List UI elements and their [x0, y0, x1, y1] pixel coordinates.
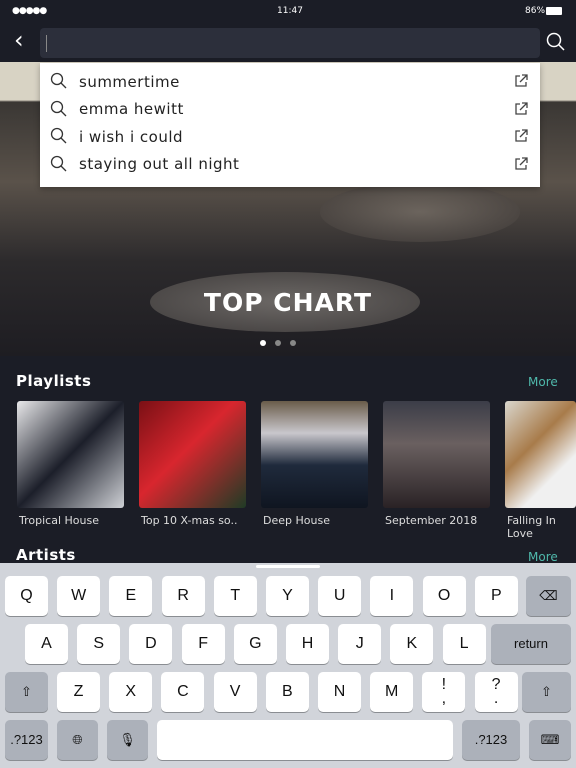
playlist-carousel[interactable]: Tropical House Top 10 X-mas so.. Deep Hous… — [17, 401, 576, 540]
numbers-key[interactable]: .?123 — [5, 720, 48, 760]
key-g[interactable]: G — [233, 624, 277, 664]
hide-keyboard-key[interactable]: ⌨ — [529, 720, 571, 760]
key-r[interactable]: R — [161, 576, 205, 616]
page-dot[interactable] — [275, 340, 281, 346]
artists-heading: Artists — [16, 546, 76, 564]
key-i[interactable]: I — [370, 576, 414, 616]
shift-icon: ⇧ — [541, 684, 552, 699]
shift-icon: ⇧ — [21, 684, 32, 699]
key-p[interactable]: P — [474, 576, 518, 616]
suggestion-text: summertime — [79, 72, 180, 91]
keyboard-drag-handle[interactable] — [256, 565, 320, 568]
key-h[interactable]: H — [286, 624, 329, 664]
playlist-card[interactable]: September 2018 — [383, 401, 490, 540]
playlist-card[interactable]: Top 10 X-mas so.. — [139, 401, 246, 540]
suggestion-text: staying out all night — [79, 155, 240, 174]
open-external-icon[interactable] — [514, 156, 528, 171]
playlist-cover — [139, 401, 246, 508]
playlist-name: Tropical House — [19, 514, 99, 527]
key-t[interactable]: T — [213, 576, 257, 616]
search-icon — [50, 155, 67, 171]
open-external-icon[interactable] — [514, 129, 528, 143]
key-k[interactable]: K — [390, 624, 434, 664]
key-char[interactable]: N — [318, 672, 361, 712]
banner-title: TOP CHART — [203, 288, 373, 317]
battery-percent: 86% — [525, 6, 546, 16]
page-dot[interactable] — [260, 340, 266, 346]
open-external-icon[interactable] — [514, 101, 528, 116]
key-char[interactable]: Z — [57, 672, 100, 712]
backspace-key[interactable]: ⌫ — [526, 576, 571, 616]
keyboard-icon: ⌨ — [540, 732, 560, 747]
key-j[interactable]: J — [338, 624, 382, 664]
key-q[interactable]: Q — [5, 576, 48, 616]
clock: 11:47 — [277, 6, 303, 16]
suggestion-item[interactable]: i wish i could — [40, 123, 540, 151]
playlists-heading: Playlists — [16, 372, 92, 390]
suggestion-text: emma hewitt — [79, 100, 184, 119]
banner-image — [320, 182, 520, 242]
space-key[interactable] — [157, 720, 453, 760]
playlist-name: Top 10 X-mas so.. — [141, 514, 238, 527]
key-w[interactable]: W — [57, 576, 101, 616]
suggestion-text: i wish i could — [79, 127, 184, 146]
search-icon — [50, 100, 67, 116]
key-y[interactable]: Y — [266, 576, 309, 616]
key-char[interactable]: M — [370, 672, 414, 712]
search-icon — [50, 72, 67, 89]
key-u[interactable]: U — [318, 576, 362, 616]
search-suggestions: summertime emma hewitt i wish i could stayi… — [40, 63, 540, 187]
key-a[interactable]: A — [25, 624, 68, 664]
search-input[interactable] — [40, 28, 540, 58]
back-chevron-icon[interactable]: ‹ — [14, 28, 24, 52]
nav-bar: ‹ — [0, 22, 576, 62]
shift-key-right[interactable]: ⇧ — [522, 672, 571, 712]
return-key[interactable]: return — [491, 624, 571, 664]
key-e[interactable]: E — [109, 576, 153, 616]
playlist-name: Deep House — [263, 514, 330, 527]
playlist-name: September 2018 — [385, 514, 478, 527]
key-char[interactable]: X — [109, 672, 153, 712]
playlist-cover — [17, 401, 124, 508]
numbers-key-right[interactable]: .?123 — [462, 720, 520, 760]
key-char[interactable]: ! , — [422, 672, 466, 712]
keyboard: Q W E R T Y U I O P ⌫ A S D F G H J K Lreturn ⇧ Z X C V B N M! ,?… — [0, 563, 576, 768]
globe-key[interactable]: 🌐︎ — [57, 720, 98, 760]
key-f[interactable]: F — [181, 624, 225, 664]
artists-more-link[interactable]: More — [528, 550, 558, 564]
text-cursor — [46, 35, 47, 52]
playlist-card[interactable]: Deep House — [261, 401, 368, 540]
microphone-icon: 🎙︎ — [119, 732, 136, 747]
suggestion-item[interactable]: summertime — [40, 68, 540, 96]
shift-key[interactable]: ⇧ — [5, 672, 48, 712]
suggestion-item[interactable]: staying out all night — [40, 151, 540, 179]
key-l[interactable]: L — [442, 624, 486, 664]
globe-icon: 🌐︎ — [72, 732, 83, 747]
key-d[interactable]: D — [129, 624, 173, 664]
playlist-cover — [505, 401, 576, 508]
signal-indicator: ●●●●● — [12, 6, 47, 16]
playlist-card[interactable]: Tropical House — [17, 401, 124, 540]
status-bar: ●●●●● 11:47 86% — [0, 0, 576, 22]
playlist-cover — [261, 401, 368, 508]
key-char[interactable]: B — [265, 672, 309, 712]
search-icon — [50, 127, 67, 144]
dictation-key[interactable]: 🎙︎ — [107, 720, 148, 760]
playlist-card[interactable]: Falling In Love — [505, 401, 576, 540]
playlists-more-link[interactable]: More — [528, 375, 558, 389]
suggestion-item[interactable]: emma hewitt — [40, 96, 540, 124]
key-char[interactable]: ? . — [474, 672, 518, 712]
playlist-cover — [383, 401, 490, 508]
page-indicator[interactable] — [260, 340, 296, 346]
key-char[interactable]: C — [161, 672, 205, 712]
battery-icon — [546, 7, 562, 15]
key-o[interactable]: O — [422, 576, 466, 616]
key-s[interactable]: S — [77, 624, 121, 664]
page-dot[interactable] — [290, 340, 296, 346]
key-char[interactable]: V — [213, 672, 257, 712]
playlist-name: Falling In Love — [507, 514, 556, 540]
backspace-icon: ⌫ — [539, 588, 558, 603]
open-external-icon[interactable] — [514, 74, 528, 88]
search-icon[interactable] — [546, 32, 566, 52]
